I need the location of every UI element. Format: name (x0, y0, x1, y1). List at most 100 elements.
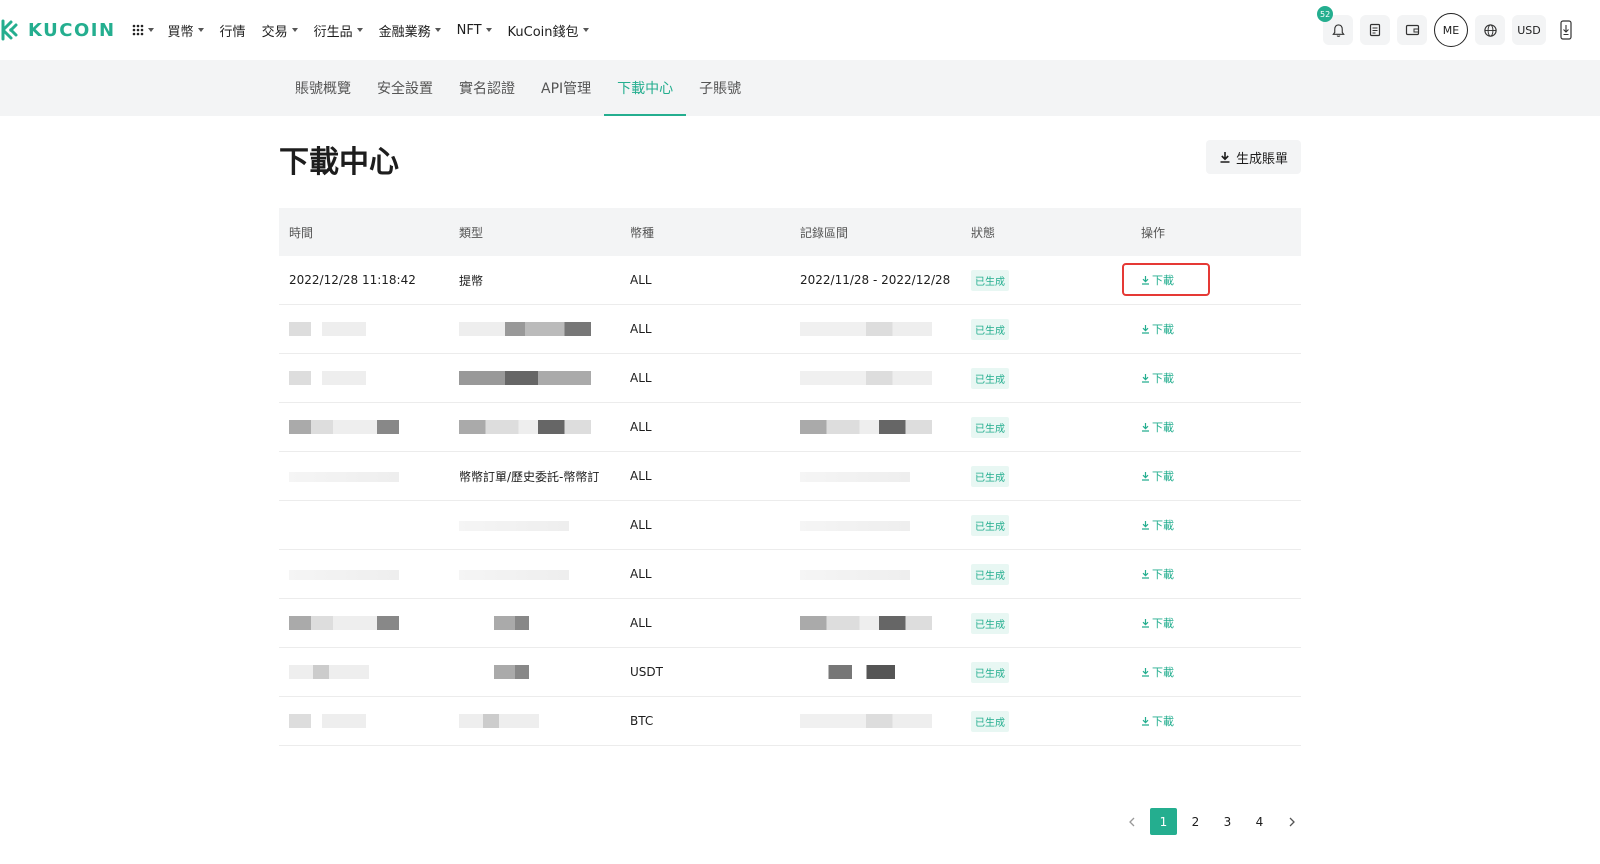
nav-item-finance[interactable]: 金融業務 (379, 21, 441, 40)
cell-action: 下載 (1131, 615, 1301, 631)
cell-action: 下載 (1131, 664, 1301, 680)
nav-label: KuCoin錢包 (507, 24, 579, 40)
bell-icon (1331, 23, 1345, 37)
cell-time (279, 665, 449, 680)
page-button-3[interactable]: 3 (1214, 808, 1241, 835)
column-header-coin: 幣種 (630, 225, 655, 240)
cell-type: 提幣 (459, 273, 484, 288)
download-link-label: 下載 (1152, 617, 1174, 630)
download-icon (1142, 619, 1149, 628)
cell-status: 已生成 (961, 465, 1131, 487)
tab-download-center[interactable]: 下載中心 (604, 60, 687, 116)
download-link[interactable]: 下載 (1141, 370, 1174, 386)
currency-selector[interactable]: USD (1512, 15, 1546, 45)
cell-status: 已生成 (961, 563, 1131, 585)
main-menu: 買幣 行情 交易 衍生品 金融業務 NFT KuCoin錢包 (168, 21, 605, 40)
table-row: 幣幣訂單/歷史委託-幣幣訂 ALL 已生成 下載 (279, 452, 1301, 501)
cell-time (279, 420, 449, 435)
prev-page-button[interactable] (1118, 808, 1145, 835)
kucoin-logo[interactable]: KUCOIN (0, 19, 116, 41)
page-title: 下載中心 (279, 145, 399, 180)
cell-range (790, 665, 961, 680)
download-link[interactable]: 下載 (1141, 272, 1174, 288)
download-link[interactable]: 下載 (1141, 713, 1174, 729)
cell-coin: ALL (630, 616, 652, 630)
download-icon (1142, 423, 1149, 432)
cell-type (449, 567, 620, 581)
nav-item-derivatives[interactable]: 衍生品 (314, 21, 363, 40)
column-header-status: 狀態 (971, 225, 996, 240)
download-icon (1142, 521, 1149, 530)
table-row: ALL 已生成 下載 (279, 305, 1301, 354)
download-link-label: 下載 (1152, 666, 1174, 679)
download-link-label: 下載 (1152, 372, 1174, 385)
nav-item-wallet[interactable]: KuCoin錢包 (508, 21, 589, 40)
account-tabs: 賬號概覽 安全設置 實名認證 API管理 下載中心 子賬號 (282, 60, 754, 116)
tab-account-overview[interactable]: 賬號概覽 (282, 60, 364, 116)
redacted-block (289, 420, 399, 435)
cell-coin: ALL (630, 371, 652, 385)
download-app-button[interactable] (1556, 15, 1576, 45)
nav-label: NFT (456, 22, 482, 38)
page-button-4[interactable]: 4 (1246, 808, 1273, 835)
cell-time (279, 714, 449, 729)
notification-button[interactable]: 52 (1317, 6, 1353, 45)
generate-statement-button[interactable]: 生成賬單 (1206, 140, 1301, 174)
page-button-1[interactable]: 1 (1150, 808, 1177, 835)
column-header-time: 時間 (289, 225, 314, 240)
cell-action: 下載 (1131, 566, 1301, 582)
status-badge: 已生成 (971, 710, 1009, 732)
nav-item-markets[interactable]: 行情 (220, 21, 246, 40)
download-link[interactable]: 下載 (1141, 566, 1174, 582)
tab-api-management[interactable]: API管理 (528, 60, 604, 116)
page-button-2[interactable]: 2 (1182, 808, 1209, 835)
table-row: ALL 已生成 下載 (279, 501, 1301, 550)
status-badge: 已生成 (971, 269, 1009, 291)
cell-time (279, 567, 449, 581)
nav-label: 金融業務 (378, 24, 431, 40)
download-icon (1142, 668, 1149, 677)
cell-type: 幣幣訂單/歷史委託-幣幣訂 (459, 469, 600, 484)
chevron-right-icon (1289, 817, 1295, 826)
nav-item-nft[interactable]: NFT (457, 23, 492, 38)
download-link[interactable]: 下載 (1141, 664, 1174, 680)
download-link[interactable]: 下載 (1141, 468, 1174, 484)
assets-button[interactable] (1397, 15, 1427, 45)
tab-security-settings[interactable]: 安全設置 (364, 60, 446, 116)
top-navbar: KUCOIN 買幣 行情 交易 衍生品 金融業務 NFT KuCoin錢包 52 (0, 0, 1600, 60)
status-badge: 已生成 (971, 661, 1009, 683)
cell-range (790, 518, 961, 532)
nav-item-buy[interactable]: 買幣 (168, 21, 204, 40)
download-icon (1142, 717, 1149, 726)
language-button[interactable] (1475, 15, 1505, 45)
apps-grid-icon[interactable] (132, 24, 154, 36)
cell-coin: ALL (630, 420, 652, 434)
nav-item-trade[interactable]: 交易 (262, 21, 298, 40)
cell-action: 下載 (1131, 419, 1301, 435)
status-badge: 已生成 (971, 465, 1009, 487)
cell-type (449, 371, 620, 386)
download-link[interactable]: 下載 (1141, 419, 1174, 435)
download-link-label: 下載 (1152, 519, 1174, 532)
nav-label: 衍生品 (313, 24, 353, 40)
cell-type (449, 322, 620, 337)
brand-name: KUCOIN (28, 19, 116, 41)
avatar[interactable]: ME (1434, 13, 1468, 47)
redacted-block (800, 569, 910, 580)
cell-coin: ALL (630, 518, 652, 532)
download-link[interactable]: 下載 (1141, 615, 1174, 631)
table-body: 2022/12/28 11:18:42 提幣 ALL 2022/11/28 - 202… (279, 256, 1301, 746)
orders-button[interactable] (1360, 15, 1390, 45)
cell-status: 已生成 (961, 318, 1131, 340)
tab-identity-verification[interactable]: 實名認證 (446, 60, 528, 116)
next-page-button[interactable] (1278, 808, 1305, 835)
cell-status: 已生成 (961, 514, 1131, 536)
download-link[interactable]: 下載 (1141, 321, 1174, 337)
tab-sub-accounts[interactable]: 子賬號 (686, 60, 754, 116)
download-link[interactable]: 下載 (1141, 517, 1174, 533)
cell-type (449, 420, 620, 435)
cell-action: 下載 (1131, 468, 1301, 484)
redacted-block (289, 569, 399, 580)
chevron-down-icon (147, 28, 154, 32)
redacted-block (459, 714, 539, 729)
